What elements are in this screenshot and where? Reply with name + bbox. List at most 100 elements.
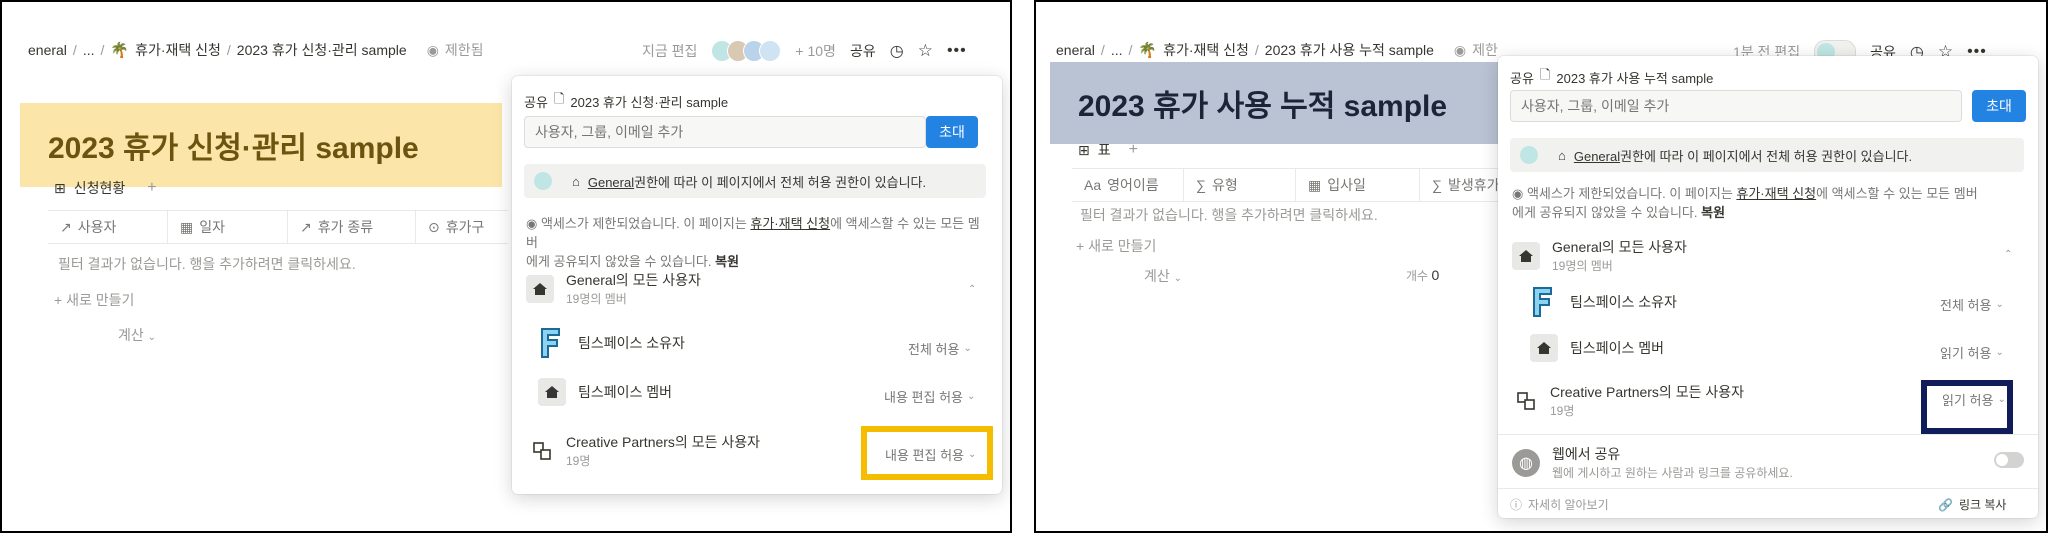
column-label: 일자: [199, 219, 225, 235]
count-summary[interactable]: 개수 0: [1406, 267, 1439, 284]
general-link[interactable]: General: [588, 175, 634, 190]
empty-state-text[interactable]: 필터 결과가 없습니다. 행을 추가하려면 클릭하세요.: [58, 254, 356, 274]
permission-dropdown[interactable]: 읽기 허용 ⌄: [1940, 343, 2004, 362]
formula-icon: ∑: [1432, 177, 1442, 193]
more-icon[interactable]: •••: [947, 42, 967, 60]
permission-value: 전체 허용: [908, 342, 960, 357]
new-row-button[interactable]: + 새로 만들기: [1076, 236, 1156, 256]
permission-value: 내용 편집 허용: [884, 390, 963, 405]
top-actions: 지금 편집 + 10명 공유 ◷ ☆ •••: [642, 40, 967, 62]
home-icon: [1530, 334, 1558, 362]
breadcrumb-item-parent[interactable]: 휴가·재택 신청: [135, 40, 221, 60]
share-tab-label[interactable]: 공유: [1510, 68, 1534, 87]
group-member-count: 19명: [1550, 404, 1575, 418]
group-row-general[interactable]: General의 모든 사용자 19명의 멤버: [526, 270, 701, 307]
avatar-stack[interactable]: [711, 40, 782, 62]
clock-icon[interactable]: ◷: [890, 41, 904, 61]
group-name: Creative Partners의 모든 사용자: [566, 434, 760, 450]
home-icon: [538, 378, 566, 406]
count-value: 0: [1431, 267, 1440, 283]
member-label: 팀스페이스 멤버: [1570, 340, 1665, 356]
learn-more-link[interactable]: ⓘ 자세히 알아보기: [1510, 496, 1609, 513]
share-popover: 공유 🗋 2023 휴가 사용 누적 sample 초대 ⌂ General권한…: [1498, 56, 2038, 518]
palm-tree-icon: 🌴: [1138, 42, 1158, 59]
home-icon: [1512, 241, 1540, 270]
tab-table-view[interactable]: 표: [1098, 140, 1111, 160]
column-label: 발생휴가: [1447, 177, 1500, 193]
share-invite-input[interactable]: [524, 116, 926, 148]
table-icon: ⊞: [54, 179, 66, 196]
eye-icon: ◉: [1512, 186, 1524, 201]
parent-page-link[interactable]: 휴가·재택 신청: [1736, 186, 1816, 201]
tab-table-view[interactable]: 신청현황: [74, 178, 126, 198]
page-title-text: 2023 휴가 신청·관리 sample: [48, 132, 419, 165]
breadcrumb-item-current[interactable]: 2023 휴가 신청·관리 sample: [237, 40, 407, 60]
empty-state-text[interactable]: 필터 결과가 없습니다. 행을 추가하려면 클릭하세요.: [1080, 205, 1378, 225]
add-view-icon[interactable]: +: [147, 179, 156, 197]
column-header[interactable]: ∑ 유형: [1184, 169, 1296, 201]
eye-icon: ◉: [526, 216, 538, 231]
table-header: Aa 영어이름 ∑ 유형 ▦ 입사일 ∑ 발생휴가: [1072, 168, 1532, 202]
group-name: General의 모든 사용자: [1552, 239, 1687, 255]
view-tab-row: ⊞ 신청현황 +: [54, 178, 157, 198]
column-label: 사용자: [77, 219, 117, 235]
column-label: 휴가구: [445, 219, 485, 235]
formula-icon: ∑: [1196, 177, 1206, 193]
column-header[interactable]: ▦ 입사일: [1296, 169, 1420, 201]
invite-button[interactable]: 초대: [1972, 90, 2026, 122]
column-header[interactable]: ↗ 휴가 종류: [288, 211, 416, 243]
highlight-box: [1921, 380, 2013, 434]
calculate-button[interactable]: 계산 ⌄: [1144, 266, 1182, 286]
restore-button[interactable]: 복원: [715, 254, 739, 269]
page-title: 2023 휴가 신청·관리 sample: [20, 103, 502, 187]
group-row-general[interactable]: General의 모든 사용자 19명의 멤버: [1512, 237, 1687, 274]
star-icon[interactable]: ☆: [918, 41, 933, 61]
table-header: ↗ 사용자 ▦ 일자 ↗ 휴가 종류 ⊙ 휴가구: [48, 210, 508, 244]
web-share-toggle[interactable]: [1994, 452, 2024, 468]
breadcrumb-item-workspace[interactable]: eneral: [28, 42, 67, 58]
collaborator-count[interactable]: + 10명: [795, 41, 836, 61]
breadcrumb-item-parent[interactable]: 휴가·재택 신청: [1163, 40, 1249, 60]
notice-text: 권한에 따라 이 페이지에서 전체 허용 권한이 있습니다.: [634, 174, 927, 190]
restrict-text: 에게 공유되지 않았을 수 있습니다.: [526, 254, 712, 269]
add-view-icon[interactable]: +: [1129, 141, 1138, 159]
column-header[interactable]: ↗ 사용자: [48, 211, 168, 243]
invite-button[interactable]: 초대: [926, 116, 978, 148]
column-header[interactable]: ⊙ 휴가구: [416, 211, 508, 243]
parent-page-link[interactable]: 휴가·재택 신청: [750, 216, 830, 231]
calculate-button[interactable]: 계산 ⌄: [118, 325, 156, 345]
restrict-text: 액세스가 제한되었습니다. 이 페이지는: [540, 216, 751, 231]
column-header[interactable]: ▦ 일자: [168, 211, 288, 243]
breadcrumb-item-current[interactable]: 2023 휴가 사용 누적 sample: [1265, 40, 1434, 60]
breadcrumb-item-ellipsis[interactable]: ...: [83, 42, 95, 58]
restricted-label: 제한됨: [444, 42, 484, 58]
restore-button[interactable]: 복원: [1701, 205, 1725, 220]
copy-link-button[interactable]: 🔗 링크 복사: [1938, 496, 2006, 513]
new-row-button[interactable]: + 새로 만들기: [54, 290, 134, 310]
page-icon: 🗋: [553, 91, 565, 106]
permission-dropdown[interactable]: 전체 허용 ⌄: [1940, 295, 2004, 314]
share-popover-header: 공유 🗋 2023 휴가 사용 누적 sample: [1510, 66, 1713, 88]
group-member-count: 19명: [566, 454, 591, 468]
share-tab-label[interactable]: 공유: [524, 92, 548, 111]
permission-dropdown[interactable]: 전체 허용 ⌄: [908, 339, 972, 358]
palm-tree-icon: 🌴: [110, 42, 130, 59]
group-row-creative-partners: Creative Partners의 모든 사용자 19명: [530, 432, 760, 469]
breadcrumb: eneral / ... / 🌴 휴가·재택 신청 / 2023 휴가 신청·관…: [28, 40, 484, 60]
chevron-up-icon[interactable]: ⌃: [968, 284, 976, 295]
group-name: Creative Partners의 모든 사용자: [1550, 384, 1744, 400]
column-header[interactable]: Aa 영어이름: [1072, 169, 1184, 201]
page-title-text: 2023 휴가 사용 누적 sample: [1078, 90, 1448, 123]
chevron-up-icon[interactable]: ⌃: [2004, 249, 2012, 260]
breadcrumb-item-workspace[interactable]: eneral: [1056, 42, 1095, 58]
share-invite-input[interactable]: [1510, 90, 1962, 122]
copy-link-label: 링크 복사: [1958, 498, 2007, 512]
workspace-logo-icon: [538, 327, 566, 359]
general-link[interactable]: General: [1574, 149, 1620, 164]
group-member-count: 19명의 멤버: [1552, 259, 1613, 273]
column-label: 영어이름: [1107, 177, 1159, 193]
share-button[interactable]: 공유: [850, 41, 876, 61]
permission-dropdown[interactable]: 내용 편집 허용 ⌄: [884, 387, 975, 406]
restricted-access-message: ◉ 액세스가 제한되었습니다. 이 페이지는 휴가·재택 신청에 액세스할 수 …: [526, 214, 986, 271]
breadcrumb-item-ellipsis[interactable]: ...: [1111, 42, 1123, 58]
